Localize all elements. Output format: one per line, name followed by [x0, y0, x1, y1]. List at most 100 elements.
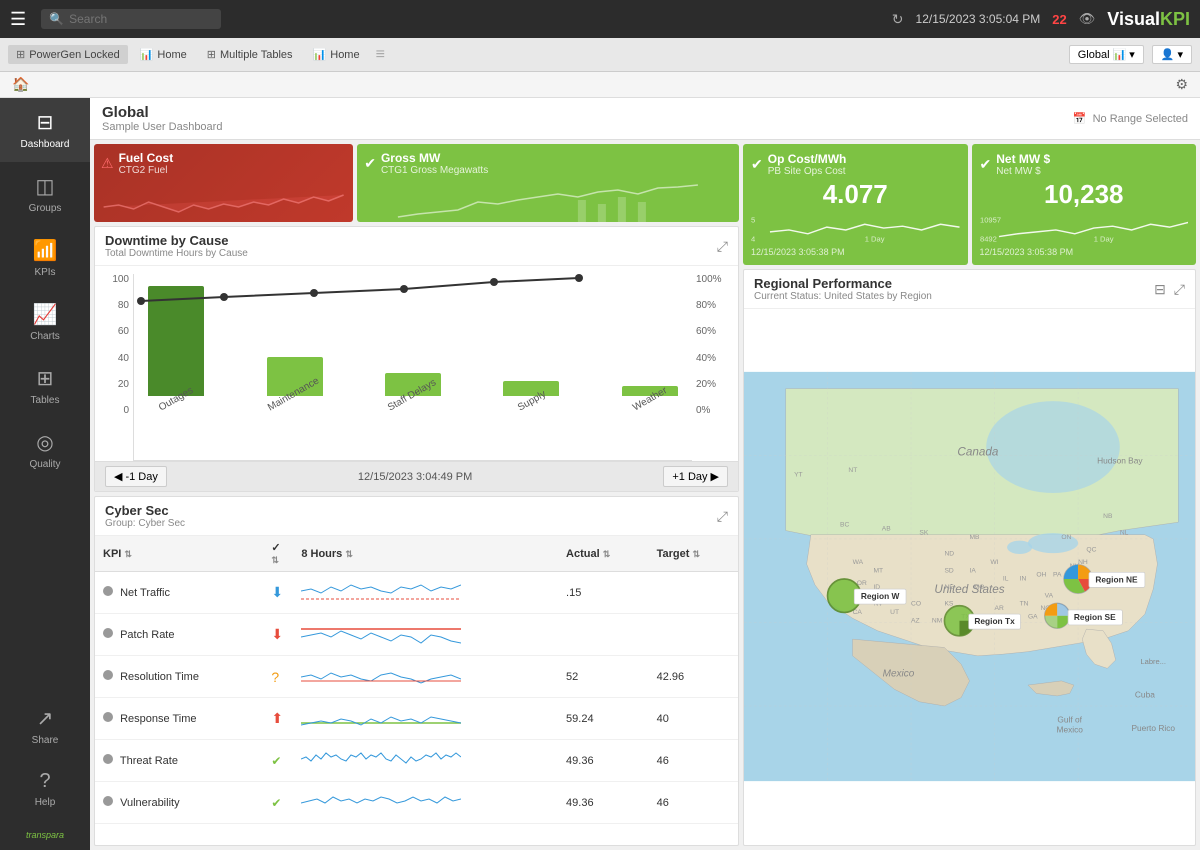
nav-item-multipletables[interactable]: ⊞ Multiple Tables	[199, 45, 301, 64]
global-selector[interactable]: Global 📊 ▾	[1069, 45, 1144, 64]
svg-text:MB: MB	[970, 534, 981, 541]
actual-patchrate	[558, 614, 649, 656]
sparkline-svg-threatrate	[301, 745, 461, 773]
search-box[interactable]: 🔍	[41, 9, 221, 29]
menu-icon[interactable]: ☰	[10, 9, 26, 30]
refresh-icon[interactable]: ↻	[892, 11, 904, 28]
downtime-expand-icon[interactable]: ⤢	[717, 238, 728, 255]
sparkline-nettraffic	[293, 572, 558, 614]
svg-text:1 Day: 1 Day	[1093, 234, 1113, 243]
svg-text:SK: SK	[919, 530, 928, 537]
kpi-name-threatrate: Threat Rate	[95, 740, 263, 782]
svg-text:IL: IL	[1003, 576, 1009, 583]
fuel-cost-subtitle: CTG2 Fuel	[119, 165, 174, 176]
map-controls: ⊟ ⤢	[1154, 281, 1185, 298]
chevron-down-icon: ▾	[1129, 48, 1135, 61]
trend-icon-threatrate: ✔	[271, 754, 281, 768]
prev-day-btn[interactable]: ◀ -1 Day	[105, 466, 167, 487]
op-cost-card[interactable]: ✔ Op Cost/MWh PB Site Ops Cost 4.077 5	[743, 144, 968, 265]
svg-text:Region NE: Region NE	[1095, 574, 1138, 584]
sidebar-item-kpis[interactable]: 📶 KPIs	[0, 226, 90, 290]
sidebar-item-dashboard[interactable]: ⊟ Dashboard	[0, 98, 90, 162]
fuel-cost-header: ⚠ Fuel Cost CTG2 Fuel	[101, 151, 346, 176]
table-header-row: KPI ⇅ ✓ ⇅ 8 Hours ⇅ Actual	[95, 536, 738, 572]
downtime-subtitle: Total Downtime Hours by Cause	[105, 248, 248, 259]
col-header-check[interactable]: ✓ ⇅	[263, 536, 293, 572]
trend-icon-vulnerability: ✔	[271, 796, 281, 810]
tables-icon: ⊞	[37, 366, 54, 391]
sidebar-item-groups[interactable]: ◫ Groups	[0, 162, 90, 226]
kpi-name-nettraffic: Net Traffic	[95, 572, 263, 614]
svg-text:NB: NB	[1103, 513, 1113, 520]
nav-item-home1[interactable]: 📊 Home	[132, 45, 195, 64]
home-icon[interactable]: 🏠	[12, 76, 29, 93]
eye-icon[interactable]: 👁	[1079, 11, 1096, 27]
regional-section: Regional Performance Current Status: Uni…	[743, 269, 1196, 846]
sidebar-item-quality[interactable]: ◎ Quality	[0, 418, 90, 482]
svg-text:IA: IA	[970, 567, 977, 574]
target-vulnerability: 46	[649, 782, 738, 824]
search-input[interactable]	[69, 12, 199, 26]
gross-mw-title: Gross MW	[381, 151, 488, 165]
gross-mw-card[interactable]: ✔ Gross MW CTG1 Gross Megawatts	[357, 144, 739, 222]
content-area: ⊟ Dashboard ◫ Groups 📶 KPIs 📈 Charts ⊞ T…	[0, 98, 1200, 850]
sidebar-item-charts[interactable]: 📈 Charts	[0, 290, 90, 354]
svg-text:WA: WA	[853, 559, 864, 566]
cyber-expand-icon[interactable]: ⤢	[717, 508, 728, 525]
dashboard-header: Global Sample User Dashboard 📅 No Range …	[90, 98, 1200, 140]
map-expand-icon[interactable]: ⤢	[1174, 281, 1185, 298]
check-icon-op: ✔	[751, 156, 763, 173]
more-icon[interactable]: ≡	[376, 46, 385, 64]
nav-icon-multipletables: ⊞	[207, 48, 216, 61]
dashboard-title: Global	[102, 104, 222, 121]
gross-mw-sparkline	[357, 182, 739, 222]
kpis-icon: 📶	[33, 238, 58, 263]
user-menu[interactable]: 👤 ▾	[1152, 45, 1192, 64]
y-axis-left: 100 80 60 40 20 0	[103, 274, 133, 461]
sidebar-item-tables[interactable]: ⊞ Tables	[0, 354, 90, 418]
gross-mw-subtitle: CTG1 Gross Megawatts	[381, 165, 488, 176]
kpi-cards-row: ⚠ Fuel Cost CTG2 Fuel	[94, 144, 739, 222]
svg-text:IN: IN	[1020, 576, 1027, 583]
calendar-icon[interactable]: 📅	[1073, 112, 1087, 125]
col-header-actual[interactable]: Actual ⇅	[558, 536, 649, 572]
downtime-chart: 100 80 60 40 20 0	[95, 266, 738, 461]
sort-icon-actual: ⇅	[603, 549, 611, 559]
net-mw-card[interactable]: ✔ Net MW $ Net MW $ 10,238 10957	[972, 144, 1197, 265]
svg-text:ND: ND	[944, 551, 954, 558]
regional-subtitle: Current Status: United States by Region	[754, 291, 932, 302]
col-header-target[interactable]: Target ⇅	[649, 536, 738, 572]
layers-icon[interactable]: ⊟	[1154, 281, 1166, 298]
right-panel: ✔ Op Cost/MWh PB Site Ops Cost 4.077 5	[743, 144, 1196, 846]
sidebar-item-share[interactable]: ↗ Share	[16, 694, 74, 758]
nav-item-powergenlocked[interactable]: ⊞ PowerGen Locked	[8, 45, 128, 64]
op-cost-subtitle: PB Site Ops Cost	[768, 166, 847, 177]
svg-text:Puerto Rico: Puerto Rico	[1131, 723, 1175, 733]
table-row: Patch Rate ⬇	[95, 614, 738, 656]
next-day-btn[interactable]: +1 Day ▶	[663, 466, 728, 487]
alert-count[interactable]: 22	[1052, 12, 1066, 27]
svg-text:TN: TN	[1020, 601, 1029, 608]
table-row: Threat Rate ✔	[95, 740, 738, 782]
svg-text:NT: NT	[848, 467, 857, 474]
nav-icon-home2: 📊	[313, 48, 327, 61]
pareto-line-svg	[134, 274, 692, 415]
status-dot-nettraffic	[103, 586, 113, 596]
col-header-hours[interactable]: 8 Hours ⇅	[293, 536, 558, 572]
svg-text:CO: CO	[911, 601, 921, 608]
sort-icon-hours: ⇅	[345, 549, 353, 559]
charts-icon: 📈	[33, 302, 58, 327]
sidebar-bottom: ↗ Share ? Help transpara	[16, 694, 74, 850]
settings-icon[interactable]: ⚙	[1175, 76, 1188, 93]
svg-text:Cuba: Cuba	[1135, 690, 1155, 700]
nav-item-home2[interactable]: 📊 Home	[305, 45, 368, 64]
trend-patchrate: ⬇	[263, 614, 293, 656]
breadcrumb-bar: 🏠 ⚙	[0, 72, 1200, 98]
sparkline-svg-vulnerability	[301, 787, 461, 815]
dashboard-icon: ⊟	[37, 110, 54, 135]
nav-label-powergenlocked: PowerGen Locked	[29, 49, 120, 61]
svg-text:Labre...: Labre...	[1141, 657, 1166, 666]
col-header-kpi[interactable]: KPI ⇅	[95, 536, 263, 572]
sidebar-item-help[interactable]: ? Help	[16, 758, 74, 820]
fuel-cost-card[interactable]: ⚠ Fuel Cost CTG2 Fuel	[94, 144, 353, 222]
